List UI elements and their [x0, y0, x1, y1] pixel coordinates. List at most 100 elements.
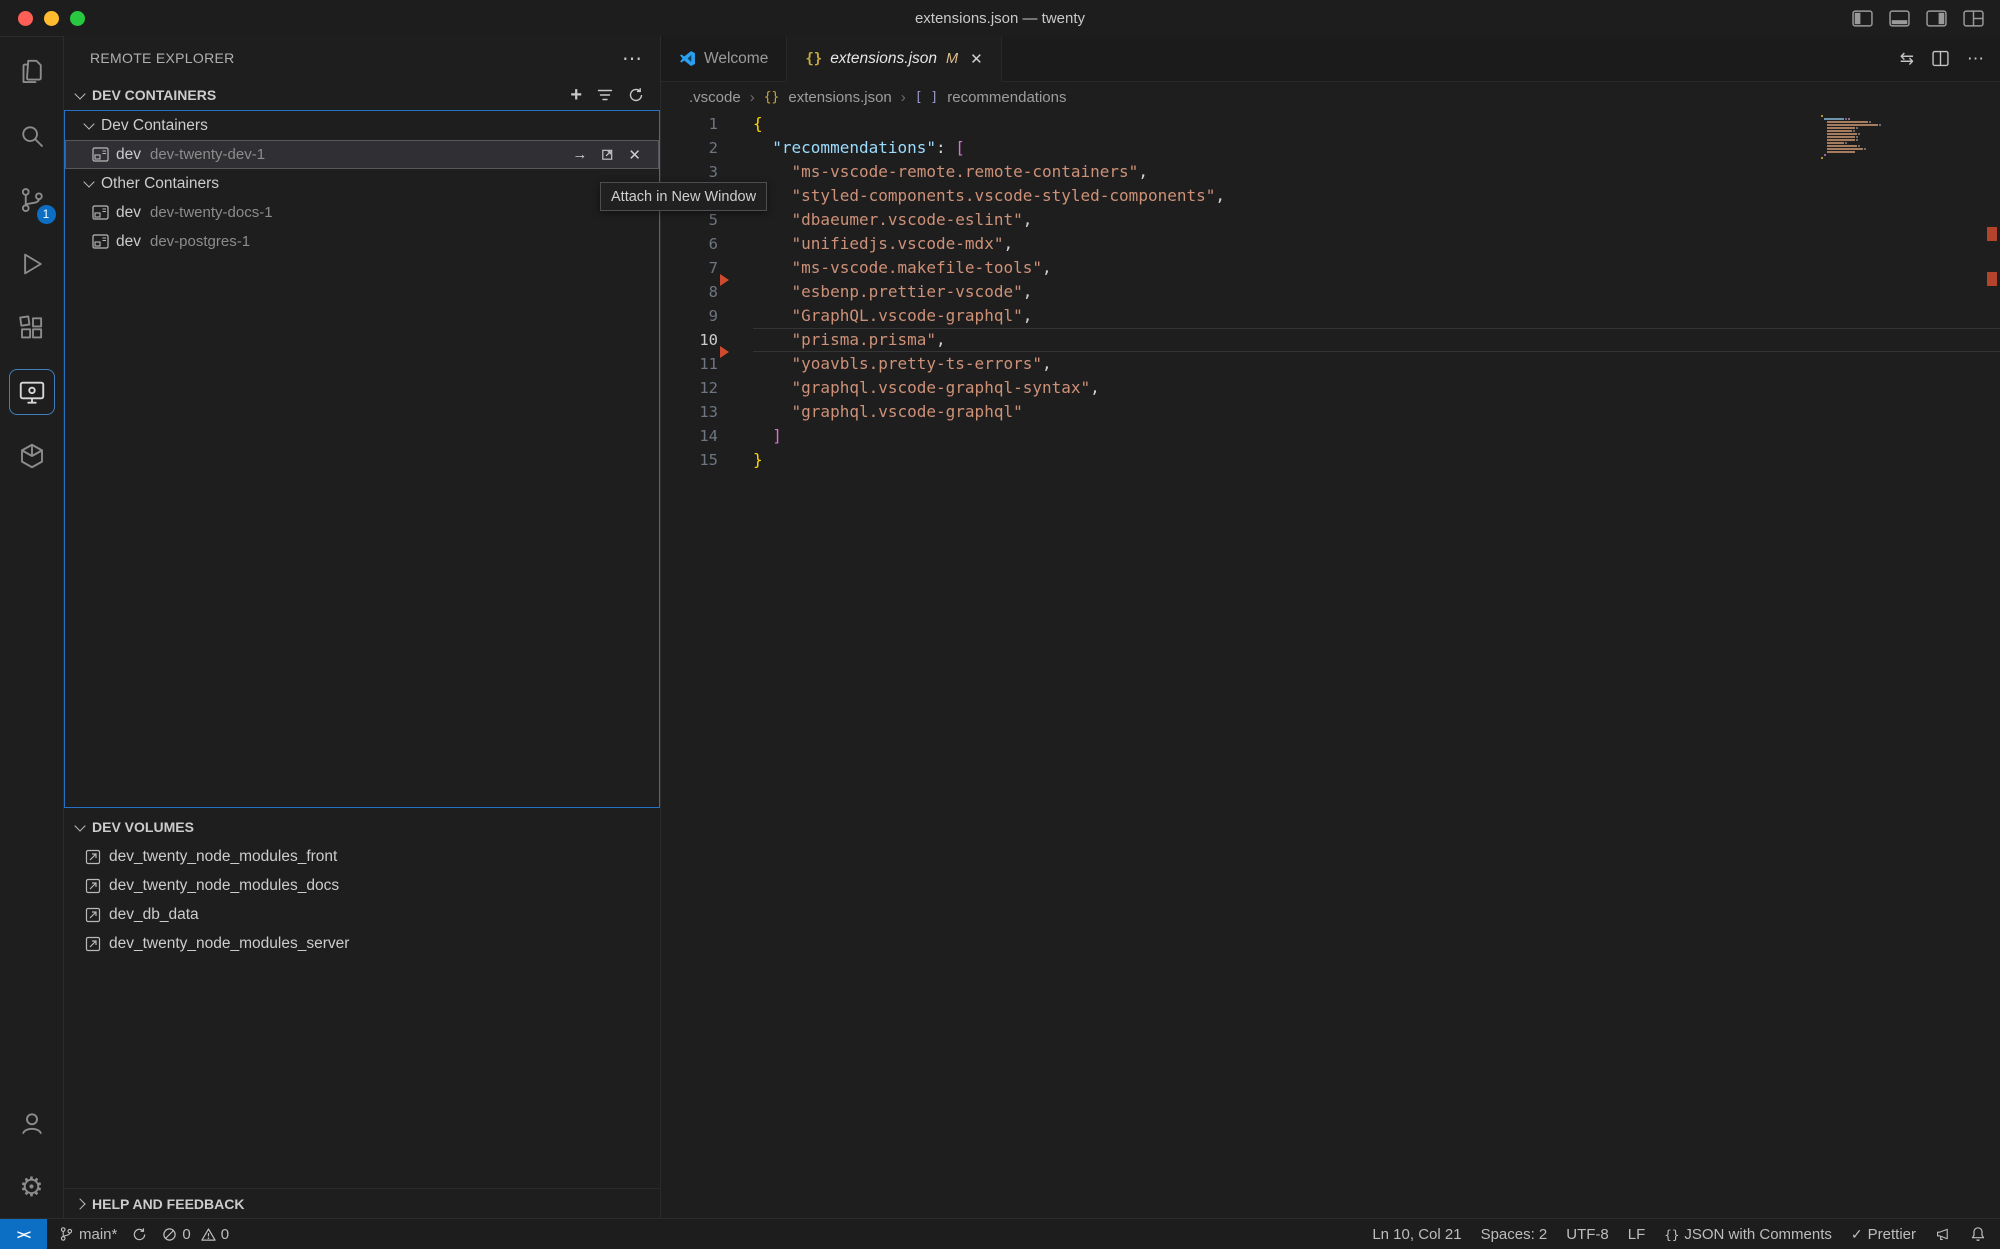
- container-item[interactable]: devdev-twenty-dev-1→✕: [65, 140, 659, 169]
- sidebar-item-source-control[interactable]: 1: [0, 168, 64, 232]
- title-bar: extensions.json — twenty: [0, 0, 2000, 37]
- account-icon: [10, 1101, 54, 1145]
- toggle-primary-sidebar-icon[interactable]: [1852, 10, 1873, 27]
- minimap-line: [1821, 145, 1903, 147]
- minimap-line: [1821, 127, 1903, 129]
- container-item[interactable]: dev dev-twenty-docs-1: [65, 198, 659, 227]
- sidebar-item-settings[interactable]: ⚙: [0, 1155, 64, 1219]
- section-dev-containers[interactable]: DEV CONTAINERS +: [64, 80, 660, 110]
- minimize-window-button[interactable]: [44, 11, 59, 26]
- section-help-and-feedback[interactable]: HELP AND FEEDBACK: [64, 1188, 660, 1219]
- container-name: dev: [116, 146, 141, 164]
- filter-icon[interactable]: [597, 88, 613, 102]
- indentation-item[interactable]: Spaces: 2: [1481, 1226, 1548, 1243]
- code-editor[interactable]: 123456789101112131415 { "recommendations…: [661, 112, 2000, 1219]
- code-line: "prisma.prisma",: [753, 328, 2000, 352]
- megaphone-icon[interactable]: [1935, 1227, 1951, 1242]
- problems-item[interactable]: 0 0: [162, 1226, 229, 1243]
- customize-layout-icon[interactable]: [1963, 10, 1984, 27]
- volume-item[interactable]: dev_twenty_node_modules_docs: [64, 871, 660, 900]
- eol-item[interactable]: LF: [1628, 1226, 1646, 1243]
- toggle-panel-icon[interactable]: [1889, 10, 1910, 27]
- language-mode-item[interactable]: {} JSON with Comments: [1664, 1226, 1832, 1243]
- zoom-window-button[interactable]: [70, 11, 85, 26]
- sidebar-item-accounts[interactable]: [0, 1091, 64, 1155]
- branch-name: main*: [79, 1226, 117, 1243]
- more-actions-icon[interactable]: ⋯: [1967, 49, 1984, 69]
- open-changes-icon[interactable]: ⇆: [1900, 49, 1914, 69]
- code-line: "styled-components.vscode-styled-compone…: [753, 184, 2000, 208]
- minimap[interactable]: [1821, 115, 1903, 160]
- line-number: 6: [661, 232, 718, 256]
- tab-extensions-json[interactable]: {} extensions.json M ✕: [787, 36, 1001, 82]
- refresh-icon[interactable]: [628, 87, 644, 103]
- code-line: "recommendations": [: [753, 136, 2000, 160]
- overview-ruler-mark: [1987, 272, 1997, 286]
- cursor-position-item[interactable]: Ln 10, Col 21: [1372, 1226, 1461, 1243]
- container-description: dev-postgres-1: [150, 233, 250, 250]
- remote-indicator[interactable]: ><: [0, 1219, 47, 1249]
- run-debug-icon: [10, 242, 54, 286]
- chevron-down-icon: [83, 176, 94, 187]
- container-cube-icon: [10, 434, 54, 478]
- attach-container-icon[interactable]: →: [572, 146, 587, 163]
- tree-group-other-containers[interactable]: Other Containers: [65, 169, 659, 198]
- dev-volumes-list: dev_twenty_node_modules_frontdev_twenty_…: [64, 842, 660, 958]
- add-container-icon[interactable]: +: [570, 85, 582, 105]
- sidebar-item-search[interactable]: [0, 104, 64, 168]
- volume-item[interactable]: dev_db_data: [64, 900, 660, 929]
- editor-actions: ⇆ ⋯: [1900, 36, 1984, 81]
- sidebar-item-extensions[interactable]: [0, 296, 64, 360]
- close-tab-icon[interactable]: ✕: [970, 50, 983, 68]
- breadcrumb-item-folder[interactable]: .vscode: [689, 89, 741, 106]
- volume-icon: [84, 849, 102, 865]
- volume-item[interactable]: dev_twenty_node_modules_server: [64, 929, 660, 958]
- encoding-item[interactable]: UTF-8: [1566, 1226, 1609, 1243]
- tab-label: extensions.json: [830, 50, 937, 68]
- tree-group-dev-containers[interactable]: Dev Containers: [65, 111, 659, 140]
- chevron-down-icon: [74, 88, 85, 99]
- minimap-line: [1821, 148, 1903, 150]
- dev-containers-tree: Dev Containersdevdev-twenty-dev-1→✕Other…: [65, 111, 659, 256]
- sidebar-item-dev-containers[interactable]: [0, 424, 64, 488]
- status-bar: >< main* 0 0 Ln 10, Col 21 Spaces: 2 UTF…: [0, 1218, 2000, 1249]
- minimap-line: [1821, 157, 1903, 159]
- section-dev-volumes[interactable]: DEV VOLUMES: [64, 812, 660, 842]
- line-number: 12: [661, 376, 718, 400]
- split-editor-icon[interactable]: [1932, 50, 1949, 67]
- close-window-button[interactable]: [18, 11, 33, 26]
- code-line: "ms-vscode-remote.remote-containers",: [753, 160, 2000, 184]
- git-branch-item[interactable]: main*: [59, 1226, 117, 1243]
- attach-new-window-icon[interactable]: [600, 147, 615, 162]
- tab-welcome[interactable]: Welcome: [661, 36, 787, 81]
- minimap-line: [1821, 154, 1903, 156]
- extensions-icon: [10, 306, 54, 350]
- files-icon: [10, 50, 54, 94]
- volume-item[interactable]: dev_twenty_node_modules_front: [64, 842, 660, 871]
- container-name: dev: [116, 204, 141, 222]
- sync-changes-icon[interactable]: [132, 1227, 147, 1242]
- code-line: "graphql.vscode-graphql-syntax",: [753, 376, 2000, 400]
- container-item[interactable]: devdev-postgres-1: [65, 227, 659, 256]
- section-label: DEV CONTAINERS: [92, 87, 216, 103]
- formatter-item[interactable]: ✓ Prettier: [1851, 1226, 1916, 1243]
- sidebar-item-explorer[interactable]: [0, 40, 64, 104]
- activity-bar: 1: [0, 36, 64, 1219]
- breadcrumb-item-symbol[interactable]: recommendations: [947, 89, 1066, 106]
- window-controls: [0, 11, 85, 26]
- sidebar-item-remote-explorer[interactable]: [0, 360, 64, 424]
- error-count: 0: [182, 1226, 190, 1243]
- breadcrumb-item-file[interactable]: extensions.json: [788, 89, 891, 106]
- sidebar-item-run-and-debug[interactable]: [0, 232, 64, 296]
- container-description: dev-twenty-docs-1: [150, 204, 273, 221]
- git-deleted-marker: [720, 346, 729, 358]
- toggle-secondary-sidebar-icon[interactable]: [1926, 10, 1947, 27]
- status-left: main* 0 0: [47, 1226, 229, 1243]
- more-actions-icon[interactable]: ⋯: [622, 46, 642, 71]
- minimap-line: [1821, 151, 1903, 153]
- tooltip-attach-in-new-window: Attach in New Window: [600, 182, 767, 211]
- notifications-bell-icon[interactable]: [1970, 1226, 1986, 1242]
- remove-container-icon[interactable]: ✕: [628, 146, 641, 164]
- minimap-line: [1821, 139, 1903, 141]
- tree-group-label: Other Containers: [101, 175, 219, 193]
